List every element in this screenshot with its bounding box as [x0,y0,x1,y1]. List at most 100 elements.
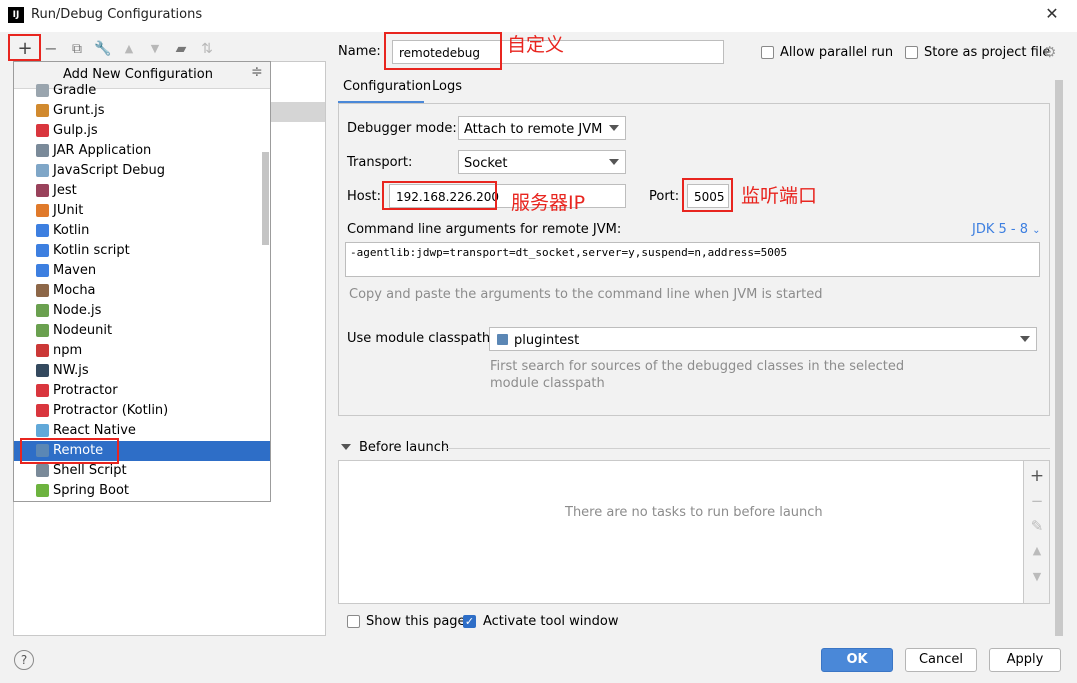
config-type-mocha[interactable]: Mocha [14,281,260,301]
config-type-label: npm [53,343,83,358]
module-classpath-select[interactable]: plugintest [489,327,1037,351]
intellij-app-icon: IJ [8,7,24,23]
gradle-icon [36,84,49,97]
popup-scrollbar[interactable] [262,152,269,245]
annotation-server-ip: 服务器IP [511,192,586,214]
gear-icon[interactable]: ⚙ [1043,43,1056,61]
config-type-javascript-debug[interactable]: JavaScript Debug [14,161,260,181]
config-type-npm[interactable]: npm [14,341,260,361]
help-icon[interactable]: ? [14,650,34,670]
config-type-nodeunit[interactable]: Nodeunit [14,321,260,341]
tree-selected-row[interactable] [270,102,325,122]
gulp-icon [36,124,49,137]
npm-icon [36,344,49,357]
chevron-down-icon: ⌄ [1032,225,1041,236]
config-type-label: Mocha [53,283,96,298]
close-icon[interactable]: ✕ [1043,4,1061,24]
tab-configuration[interactable]: Configuration [343,79,431,94]
junit-icon [36,204,49,217]
config-type-protractor-kotlin[interactable]: Protractor (Kotlin) [14,401,260,421]
port-label: Port: [649,189,680,204]
config-type-spring-boot[interactable]: Spring Boot [14,481,260,501]
config-type-junit[interactable]: JUnit [14,201,260,221]
config-type-label: Spring Boot [53,483,130,498]
jdk-version-text: JDK 5 - 8 [972,222,1028,237]
config-type-maven[interactable]: Maven [14,261,260,281]
mocha-icon [36,284,49,297]
config-type-label: JAR Application [53,143,152,158]
config-type-grunt-js[interactable]: Grunt.js [14,101,260,121]
protractor-icon [36,384,49,397]
config-type-kotlin-script[interactable]: Kotlin script [14,241,260,261]
config-type-label: Grunt.js [53,103,105,118]
config-type-gradle[interactable]: Gradle [14,81,260,101]
kotlin-script-icon [36,244,49,257]
copy-icon[interactable]: ⧉ [68,40,86,58]
tab-logs[interactable]: Logs [432,79,462,94]
move-up-icon[interactable]: ▲ [120,40,138,58]
config-type-label: JUnit [53,203,84,218]
transport-select[interactable]: Socket [458,150,626,174]
title-bar: IJ Run/Debug Configurations ✕ [0,0,1077,32]
config-type-node-js[interactable]: Node.js [14,301,260,321]
config-type-label: Maven [53,263,97,278]
show-page-label: Show this page [366,614,466,629]
apply-button[interactable]: Apply [989,648,1061,672]
sort-icon[interactable]: ⇅ [198,40,216,58]
sort-toggle-icon[interactable]: ≑ [251,64,263,80]
activate-tool-label: Activate tool window [483,614,619,629]
cmdline-label: Command line arguments for remote JVM: [347,222,622,237]
collapse-arrow-icon[interactable] [341,444,351,450]
edit-task-icon[interactable]: ✎ [1024,517,1050,535]
debugger-mode-select[interactable]: Attach to remote JVM [458,116,626,140]
wrench-icon[interactable]: 🔧 [94,40,112,58]
js-debug-icon [36,164,49,177]
allow-parallel-checkbox[interactable] [761,46,774,59]
store-project-checkbox[interactable] [905,46,918,59]
config-type-label: Node.js [53,303,102,318]
right-scrollbar[interactable] [1055,80,1063,636]
config-type-label: Gradle [53,83,97,98]
move-down-icon[interactable]: ▼ [146,40,164,58]
config-type-label: Protractor [53,383,118,398]
config-type-label: Gulp.js [53,123,98,138]
jdk-version-link[interactable]: JDK 5 - 8 ⌄ [972,222,1041,237]
chevron-down-icon [609,125,619,131]
shell-icon [36,464,49,477]
show-page-checkbox[interactable] [347,615,360,628]
config-type-label: Kotlin [53,223,90,238]
window-title: Run/Debug Configurations [31,7,203,22]
config-type-gulp-js[interactable]: Gulp.js [14,121,260,141]
config-type-jest[interactable]: Jest [14,181,260,201]
activate-tool-checkbox[interactable]: ✓ [463,615,476,628]
remove-configuration-button[interactable]: − [42,40,60,58]
port-highlight [682,178,733,212]
config-type-jar-application[interactable]: JAR Application [14,141,260,161]
module-hint-line1: First search for sources of the debugged… [490,359,905,374]
name-label: Name: [338,44,381,59]
module-classpath-value: plugintest [514,333,580,348]
config-type-label: React Native [53,423,136,438]
config-type-shell-script[interactable]: Shell Script [14,461,260,481]
before-launch-title[interactable]: Before launch [359,440,449,455]
move-task-down-icon[interactable]: ▼ [1024,570,1050,583]
ok-button[interactable]: OK [821,648,893,672]
cancel-button[interactable]: Cancel [905,648,977,672]
move-task-up-icon[interactable]: ▲ [1024,544,1050,557]
remove-task-icon[interactable]: − [1024,492,1050,510]
before-launch-list[interactable]: There are no tasks to run before launch [338,460,1024,604]
spring-boot-icon [36,484,49,497]
config-type-protractor[interactable]: Protractor [14,381,260,401]
config-type-label: Kotlin script [53,243,130,258]
protractor-kotlin-icon [36,404,49,417]
folder-icon[interactable]: ▰ [172,40,190,58]
config-type-nw-js[interactable]: NW.js [14,361,260,381]
host-label: Host: [347,189,381,204]
annotation-custom-name: 自定义 [507,34,565,56]
add-task-icon[interactable]: + [1024,466,1050,486]
remote-item-highlight [20,438,119,464]
transport-label: Transport: [347,155,413,170]
cmdline-field[interactable]: -agentlib:jdwp=transport=dt_socket,serve… [345,242,1040,277]
config-type-kotlin[interactable]: Kotlin [14,221,260,241]
chevron-down-icon [609,159,619,165]
